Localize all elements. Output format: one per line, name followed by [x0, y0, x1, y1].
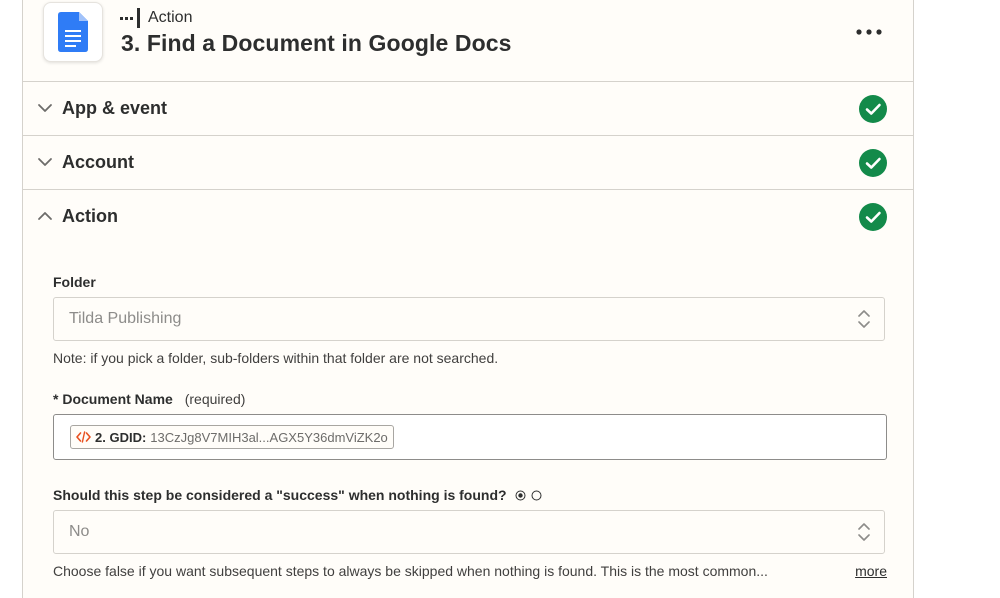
- success-help-row: Choose false if you want subsequent step…: [53, 563, 887, 583]
- section-label: App & event: [62, 98, 168, 118]
- code-icon: [76, 431, 91, 443]
- section-label: Action: [62, 206, 118, 226]
- action-step-icon: [120, 8, 140, 28]
- success-question-label: Should this step be considered a "succes…: [53, 487, 507, 503]
- folder-label: Folder: [53, 274, 96, 290]
- chevron-up-down-icon: [858, 523, 870, 541]
- chevron-down-icon: [38, 104, 52, 112]
- section-app-and-event[interactable]: App & event: [23, 82, 913, 136]
- folder-select[interactable]: Tilda Publishing: [53, 297, 885, 341]
- radio-selected-icon[interactable]: [515, 490, 526, 501]
- mapped-field-pill[interactable]: 2. GDID: 13CzJg8V7MIH3al...AGX5Y36dmViZK…: [70, 425, 394, 449]
- more-link[interactable]: more: [855, 563, 887, 579]
- document-name-input[interactable]: 2. GDID: 13CzJg8V7MIH3al...AGX5Y36dmViZK…: [53, 414, 887, 460]
- action-form: Folder Tilda Publishing Note: if you pic…: [23, 274, 913, 583]
- step-title: 3. Find a Document in Google Docs: [121, 30, 512, 56]
- required-note: (required): [184, 391, 246, 407]
- pill-step-label: 2. GDID:: [95, 429, 147, 445]
- chevron-down-icon: [38, 158, 52, 166]
- chevron-up-icon: [38, 212, 52, 220]
- step-kind: Action: [120, 8, 192, 28]
- success-question-row: Should this step be considered a "succes…: [53, 487, 883, 503]
- check-circle-icon: [859, 149, 887, 177]
- check-circle-icon: [859, 203, 887, 231]
- radio-unselected-icon[interactable]: [531, 490, 542, 501]
- success-select[interactable]: No: [53, 510, 885, 554]
- folder-value: Tilda Publishing: [69, 310, 182, 327]
- section-action[interactable]: Action: [23, 190, 913, 243]
- document-name-label-row: * Document Name (required): [53, 391, 883, 407]
- step-header: Action 3. Find a Document in Google Docs: [23, 0, 913, 82]
- section-account[interactable]: Account: [23, 136, 913, 190]
- required-mark: *: [53, 391, 59, 407]
- chevron-up-down-icon: [858, 310, 870, 328]
- more-horizontal-icon: [856, 29, 882, 35]
- check-circle-icon: [859, 95, 887, 123]
- section-label: Account: [62, 152, 134, 172]
- google-docs-icon: [58, 12, 88, 52]
- document-name-label: Document Name: [62, 391, 173, 407]
- success-help: Choose false if you want subsequent step…: [53, 563, 768, 579]
- more-options-button[interactable]: [851, 20, 887, 44]
- step-kind-label: Action: [148, 9, 193, 26]
- pill-value: 13CzJg8V7MIH3al...AGX5Y36dmViZK2o: [150, 429, 388, 445]
- success-value: No: [69, 523, 90, 540]
- folder-note: Note: if you pick a folder, sub-folders …: [53, 350, 499, 366]
- step-editor-panel: Action 3. Find a Document in Google Docs…: [22, 0, 914, 598]
- app-icon-container: [43, 2, 103, 62]
